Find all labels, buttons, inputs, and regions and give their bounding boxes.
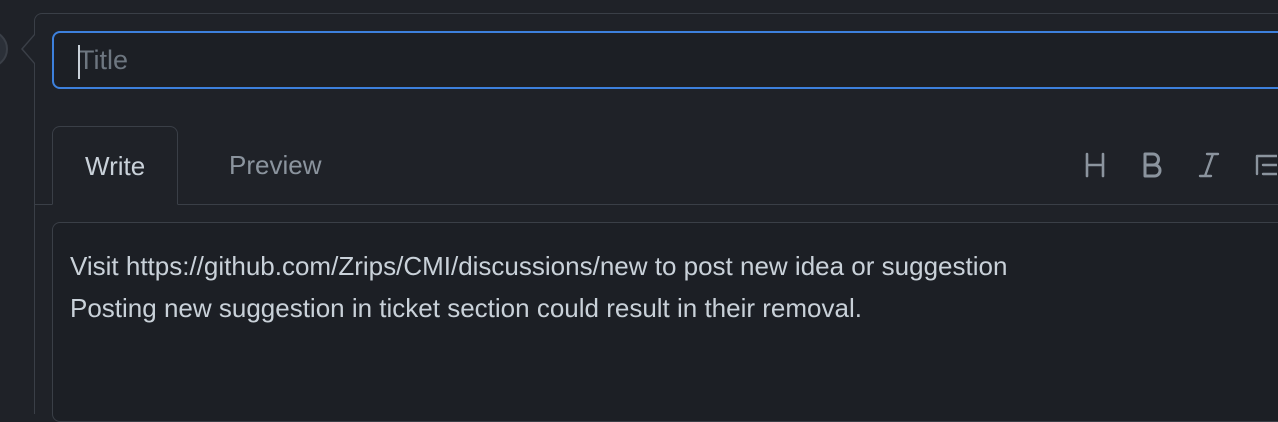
tab-preview[interactable]: Preview xyxy=(197,126,353,205)
heading-icon[interactable] xyxy=(1080,148,1110,182)
bold-icon[interactable] xyxy=(1137,148,1167,182)
editor-line: Posting new suggestion in ticket section… xyxy=(70,293,862,323)
italic-icon[interactable] xyxy=(1194,148,1224,182)
markdown-toolbar xyxy=(1080,148,1278,182)
tab-write[interactable]: Write xyxy=(52,126,179,205)
avatar xyxy=(0,30,8,68)
comment-body-textarea[interactable]: Visit https://github.com/Zrips/CMI/discu… xyxy=(52,222,1278,422)
text-cursor xyxy=(78,45,80,79)
title-input[interactable] xyxy=(52,31,1278,89)
list-icon[interactable] xyxy=(1251,148,1278,182)
editor-line: Visit https://github.com/Zrips/CMI/discu… xyxy=(70,251,1008,281)
